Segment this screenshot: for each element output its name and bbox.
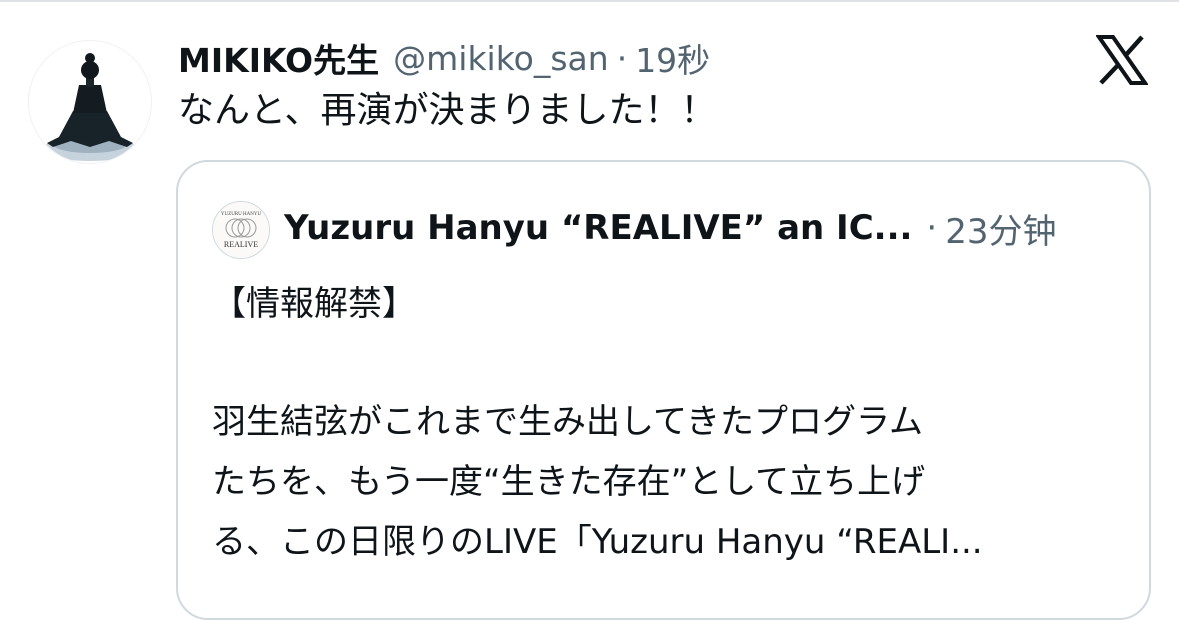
author-avatar[interactable] bbox=[28, 40, 152, 164]
realive-logo-icon: YUZURU HANYU REALIVE bbox=[213, 202, 269, 258]
quoted-tweet-header: Yuzuru Hanyu “REALIVE” an IC... · 23分钟 bbox=[284, 204, 1056, 252]
separator-dot: · bbox=[616, 38, 628, 78]
tweet-text: なんと、再演が決まりました！！ bbox=[178, 90, 717, 131]
quoted-timestamp[interactable]: 23分钟 bbox=[945, 204, 1056, 253]
quoted-text-line: 羽生結弦がこれまで生み出してきたプログラム bbox=[212, 402, 923, 442]
quoted-text-line: 【情報解禁】 bbox=[212, 284, 416, 324]
quoted-separator-dot: · bbox=[926, 208, 938, 248]
top-divider bbox=[0, 0, 1179, 2]
x-logo-icon[interactable] bbox=[1095, 34, 1149, 86]
quoted-author-avatar[interactable]: YUZURU HANYU REALIVE bbox=[212, 201, 270, 259]
tweet-header: MIKIKO先生 @mikiko_san · 19秒 bbox=[178, 34, 710, 82]
author-display-name[interactable]: MIKIKO先生 bbox=[178, 34, 379, 82]
tweet-timestamp[interactable]: 19秒 bbox=[635, 34, 710, 82]
meditating-figure-avatar-icon bbox=[29, 41, 151, 163]
author-handle[interactable]: @mikiko_san bbox=[393, 39, 609, 78]
quoted-text-line: たちを、もう一度“生きた存在”として立ち上げ bbox=[212, 462, 926, 502]
quoted-avatar-top-text: YUZURU HANYU bbox=[221, 212, 262, 217]
quoted-author-name[interactable]: Yuzuru Hanyu “REALIVE” an IC... bbox=[284, 208, 912, 248]
quoted-text-line: る、この日限りのLIVE「Yuzuru Hanyu “REALI... bbox=[212, 522, 983, 562]
quoted-avatar-main-text: REALIVE bbox=[224, 240, 258, 249]
